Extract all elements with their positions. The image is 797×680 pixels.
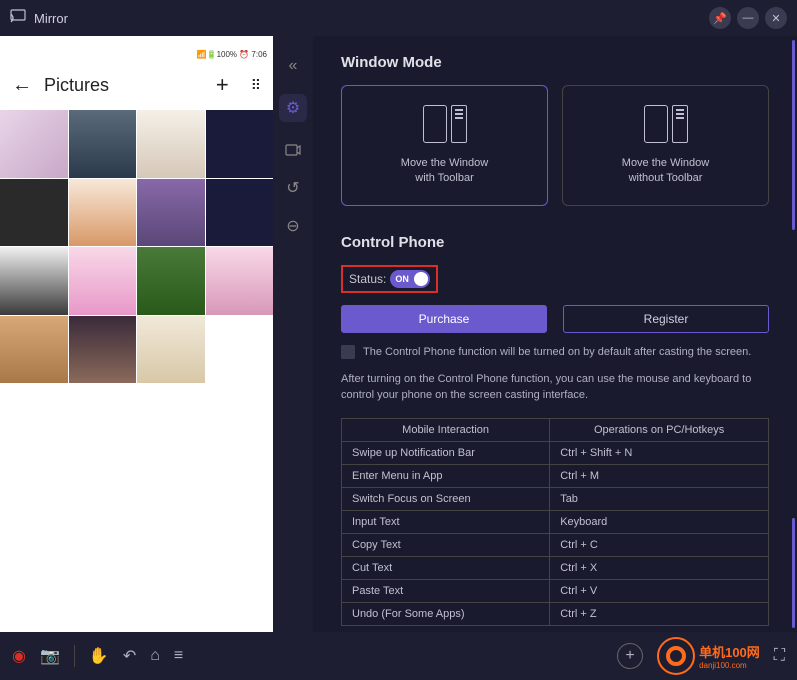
settings-gear-icon[interactable]: ⚙ (279, 94, 307, 122)
table-row: Switch Focus on ScreenTab (342, 487, 769, 510)
table-cell: Ctrl + M (550, 464, 769, 487)
photo-thumb[interactable] (0, 247, 68, 315)
photo-thumb[interactable] (0, 179, 68, 247)
table-cell: Tab (550, 487, 769, 510)
brand-logo-icon (657, 637, 695, 675)
photo-thumb[interactable] (0, 316, 68, 384)
mode-without-toolbar[interactable]: Move the Window without Toolbar (562, 85, 769, 206)
screenshot-icon[interactable]: 📷 (40, 646, 60, 666)
collapse-icon[interactable]: « (283, 56, 303, 76)
brand-url: danji100.com (699, 661, 760, 670)
table-header: Operations on PC/Hotkeys (550, 418, 769, 441)
photo-thumb[interactable] (69, 110, 137, 178)
phone-statusbar: 📶🔋100% ⏰ 7:06 (0, 46, 273, 62)
add-icon[interactable]: + (216, 72, 229, 98)
home-icon[interactable]: ⌂ (150, 647, 160, 665)
checkbox-label: The Control Phone function will be turne… (363, 346, 751, 358)
mode-label: Move the Window without Toolbar (573, 156, 758, 187)
titlebar: Mirror 📌 — ✕ (0, 0, 797, 36)
photo-thumb[interactable] (69, 247, 137, 315)
back-arrow-icon[interactable]: ← (12, 74, 32, 97)
table-cell: Switch Focus on Screen (342, 487, 550, 510)
hand-tool-icon[interactable]: ✋ (89, 646, 109, 666)
fullscreen-icon[interactable]: ⛶ (774, 647, 785, 665)
table-cell: Input Text (342, 510, 550, 533)
table-row: Copy TextCtrl + C (342, 533, 769, 556)
table-row: Swipe up Notification BarCtrl + Shift + … (342, 441, 769, 464)
photo-thumb[interactable] (69, 316, 137, 384)
mode-with-toolbar[interactable]: Move the Window with Toolbar (341, 85, 548, 206)
purchase-button[interactable]: Purchase (341, 305, 547, 333)
table-cell: Enter Menu in App (342, 464, 550, 487)
phone-page-title: Pictures (44, 75, 204, 96)
toggle-state: ON (395, 274, 409, 284)
record-icon[interactable]: ◉ (12, 646, 26, 666)
status-label: Status: (349, 272, 386, 286)
register-button[interactable]: Register (563, 305, 769, 333)
table-cell: Undo (For Some Apps) (342, 602, 550, 625)
table-row: Cut TextCtrl + X (342, 556, 769, 579)
add-circle-icon[interactable]: + (617, 643, 643, 669)
photo-thumb[interactable] (137, 110, 205, 178)
table-cell: Ctrl + C (550, 533, 769, 556)
mode-label: Move the Window with Toolbar (352, 156, 537, 187)
default-on-checkbox[interactable] (341, 345, 355, 359)
table-row: Enter Menu in AppCtrl + M (342, 464, 769, 487)
window-mode-title: Window Mode (341, 54, 769, 71)
table-cell: Ctrl + Z (550, 602, 769, 625)
table-header: Mobile Interaction (342, 418, 550, 441)
menu-icon[interactable]: ≡ (174, 647, 183, 665)
hotkey-table: Mobile Interaction Operations on PC/Hotk… (341, 418, 769, 626)
table-row: Undo (For Some Apps)Ctrl + Z (342, 602, 769, 625)
minimize-button[interactable]: — (737, 7, 759, 29)
table-cell: Paste Text (342, 579, 550, 602)
table-cell: Ctrl + X (550, 556, 769, 579)
photo-thumb[interactable] (69, 179, 137, 247)
grid-view-icon[interactable]: ⠿ (251, 77, 261, 94)
photo-thumb[interactable] (206, 179, 274, 247)
settings-panel: Window Mode Move the Window with Toolbar… (313, 36, 797, 632)
table-row: Paste TextCtrl + V (342, 579, 769, 602)
settings-sidebar: « ⚙ ↺ ⊖ (273, 36, 313, 632)
photo-thumb[interactable] (137, 316, 205, 384)
help-text: After turning on the Control Phone funct… (341, 371, 769, 404)
close-button[interactable]: ✕ (765, 7, 787, 29)
phone-mirror-pane[interactable]: 📶🔋100% ⏰ 7:06 ← Pictures + ⠿ (0, 36, 273, 632)
photo-thumb[interactable] (206, 110, 274, 178)
app-title: Mirror (34, 11, 68, 26)
photo-thumb[interactable] (0, 110, 68, 178)
table-cell: Ctrl + Shift + N (550, 441, 769, 464)
camera-icon[interactable] (283, 140, 303, 160)
photo-thumb[interactable] (206, 247, 274, 315)
cast-icon (10, 9, 26, 28)
table-row: Input TextKeyboard (342, 510, 769, 533)
photo-grid (0, 110, 273, 383)
table-cell: Copy Text (342, 533, 550, 556)
photo-thumb[interactable] (137, 247, 205, 315)
table-cell: Ctrl + V (550, 579, 769, 602)
control-phone-title: Control Phone (341, 234, 769, 251)
undo-icon[interactable]: ↶ (123, 646, 136, 666)
control-phone-toggle[interactable]: ON (390, 270, 430, 288)
table-cell: Keyboard (550, 510, 769, 533)
more-icon[interactable]: ⊖ (283, 216, 303, 236)
history-icon[interactable]: ↺ (283, 178, 303, 198)
bottombar: ◉ 📷 ✋ ↶ ⌂ ≡ + 单机100网 danji100.com ⛶ (0, 632, 797, 680)
brand-name: 单机100网 (699, 642, 760, 661)
brand: 单机100网 danji100.com (657, 637, 760, 675)
table-cell: Cut Text (342, 556, 550, 579)
pin-button[interactable]: 📌 (709, 7, 731, 29)
table-cell: Swipe up Notification Bar (342, 441, 550, 464)
photo-thumb[interactable] (137, 179, 205, 247)
scroll-indicator (792, 40, 795, 230)
scroll-indicator (792, 518, 795, 628)
